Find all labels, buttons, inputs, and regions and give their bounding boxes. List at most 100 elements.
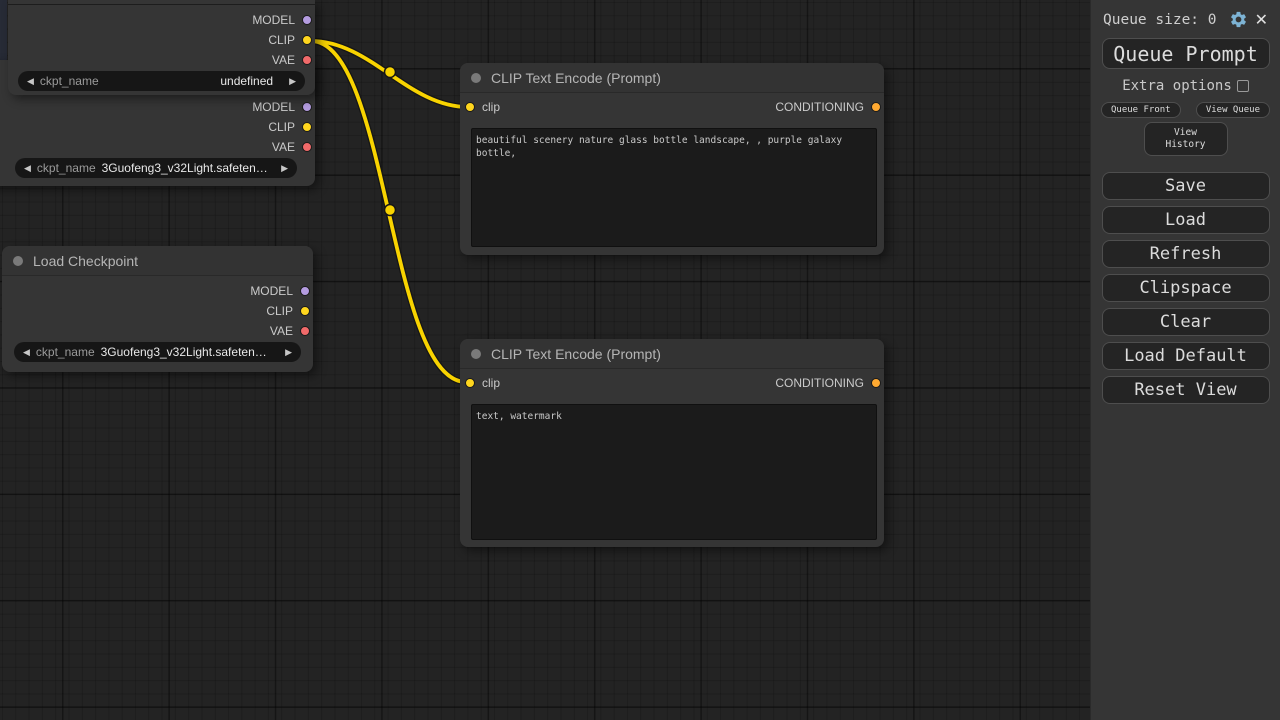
ckpt-name-combo-widget[interactable]: ◀ ckpt_name 3Guofeng3_v32Light.safeten… … bbox=[14, 342, 301, 362]
background-node-sliver bbox=[0, 0, 7, 62]
slot-label: MODEL bbox=[252, 100, 295, 114]
node-title-bar[interactable]: Load Checkpoint bbox=[2, 246, 313, 276]
slot-label: clip bbox=[482, 100, 500, 114]
model-slot-dot-icon[interactable] bbox=[302, 15, 312, 25]
ckpt-name-combo-widget[interactable]: ◀ ckpt_name 3Guofeng3_v32Light.safeten… … bbox=[15, 158, 297, 178]
collapse-dot-icon[interactable] bbox=[471, 349, 481, 359]
clipspace-button[interactable]: Clipspace bbox=[1102, 274, 1270, 302]
slot-label: CLIP bbox=[268, 120, 295, 134]
model-slot-dot-icon[interactable] bbox=[300, 286, 310, 296]
widget-value: undefined bbox=[105, 74, 273, 88]
extra-options-checkbox[interactable] bbox=[1237, 80, 1249, 92]
node-title: Load Checkpoint bbox=[33, 253, 138, 269]
ckpt-name-combo-widget[interactable]: ◀ ckpt_name undefined ▶ bbox=[18, 71, 305, 91]
menu-header: Queue size: 0 ✕ bbox=[1091, 0, 1280, 29]
clip-input-slot[interactable]: clip bbox=[465, 97, 500, 117]
view-queue-button[interactable]: View Queue bbox=[1196, 102, 1270, 118]
widget-value: 3Guofeng3_v32Light.safeten… bbox=[101, 345, 285, 359]
node-title: CLIP Text Encode (Prompt) bbox=[491, 70, 661, 86]
conditioning-slot-dot-icon[interactable] bbox=[871, 378, 881, 388]
stepper-right-icon[interactable]: ▶ bbox=[281, 163, 288, 174]
reset-view-button[interactable]: Reset View bbox=[1102, 376, 1270, 404]
link-clip-to-positive bbox=[311, 41, 468, 107]
model-output-slot[interactable]: MODEL bbox=[252, 97, 308, 117]
model-output-slot[interactable]: MODEL bbox=[252, 10, 308, 30]
node-title-bar[interactable]: CLIP Text Encode (Prompt) bbox=[460, 339, 884, 369]
slot-label: CONDITIONING bbox=[775, 100, 864, 114]
comfy-menu-panel: Queue size: 0 ✕ Queue Prompt Extra optio… bbox=[1090, 0, 1280, 720]
slot-label: VAE bbox=[272, 53, 295, 67]
node-title: CLIP Text Encode (Prompt) bbox=[491, 346, 661, 362]
clear-button[interactable]: Clear bbox=[1102, 308, 1270, 336]
load-default-button[interactable]: Load Default bbox=[1102, 342, 1270, 370]
widget-value: 3Guofeng3_v32Light.safeten… bbox=[102, 161, 281, 175]
stepper-right-icon[interactable]: ▶ bbox=[289, 76, 296, 87]
model-slot-dot-icon[interactable] bbox=[302, 102, 312, 112]
collapse-dot-icon[interactable] bbox=[471, 73, 481, 83]
widget-name: ckpt_name bbox=[36, 345, 95, 359]
vae-slot-dot-icon[interactable] bbox=[302, 142, 312, 152]
load-checkpoint-node[interactable]: Load Checkpoint MODEL CLIP VAE ◀ ckpt_na… bbox=[2, 246, 313, 372]
clip-output-slot[interactable]: CLIP bbox=[266, 301, 306, 321]
view-history-label-line2: History bbox=[1145, 139, 1227, 151]
link-clip-to-positive-outline bbox=[311, 41, 468, 107]
link-midpoint-dot bbox=[385, 67, 396, 78]
positive-prompt-textarea[interactable]: beautiful scenery nature glass bottle la… bbox=[471, 128, 877, 247]
slot-label: clip bbox=[482, 376, 500, 390]
stepper-left-icon[interactable]: ◀ bbox=[23, 347, 30, 358]
clip-slot-dot-icon[interactable] bbox=[302, 122, 312, 132]
clip-input-slot[interactable]: clip bbox=[465, 373, 500, 393]
model-output-slot[interactable]: MODEL bbox=[250, 281, 306, 301]
offscreen-node-edge bbox=[8, 4, 315, 5]
link-clip-to-negative-outline bbox=[311, 41, 466, 382]
queue-size-label: Queue size: 0 bbox=[1103, 12, 1224, 28]
clip-output-slot[interactable]: CLIP bbox=[268, 117, 308, 137]
collapse-dot-icon[interactable] bbox=[13, 256, 23, 266]
load-button[interactable]: Load bbox=[1102, 206, 1270, 234]
queue-front-button[interactable]: Queue Front bbox=[1101, 102, 1181, 118]
slot-label: MODEL bbox=[250, 284, 293, 298]
extra-options-label: Extra options bbox=[1122, 78, 1232, 94]
conditioning-output-slot[interactable]: CONDITIONING bbox=[775, 97, 877, 117]
queue-controls-row: Queue Front View Queue bbox=[1091, 102, 1280, 118]
clip-slot-dot-icon[interactable] bbox=[302, 35, 312, 45]
slot-label: CLIP bbox=[266, 304, 293, 318]
node-graph-canvas[interactable]: MODEL CLIP VAE ◀ ckpt_name 3Guofeng3_v32… bbox=[0, 0, 1090, 720]
conditioning-slot-dot-icon[interactable] bbox=[871, 102, 881, 112]
checkpoint-node-top[interactable]: MODEL CLIP VAE ◀ ckpt_name undefined ▶ bbox=[8, 0, 315, 95]
vae-output-slot[interactable]: VAE bbox=[272, 137, 308, 157]
clip-text-encode-positive-node[interactable]: CLIP Text Encode (Prompt) clip CONDITION… bbox=[460, 63, 884, 255]
extra-options-row: Extra options bbox=[1091, 78, 1280, 94]
vae-slot-dot-icon[interactable] bbox=[302, 55, 312, 65]
vae-slot-dot-icon[interactable] bbox=[300, 326, 310, 336]
conditioning-output-slot[interactable]: CONDITIONING bbox=[775, 373, 877, 393]
clip-slot-dot-icon[interactable] bbox=[300, 306, 310, 316]
refresh-button[interactable]: Refresh bbox=[1102, 240, 1270, 268]
slot-label: VAE bbox=[272, 140, 295, 154]
clip-text-encode-negative-node[interactable]: CLIP Text Encode (Prompt) clip CONDITION… bbox=[460, 339, 884, 547]
slot-label: VAE bbox=[270, 324, 293, 338]
stepper-right-icon[interactable]: ▶ bbox=[285, 347, 292, 358]
clip-slot-dot-icon[interactable] bbox=[465, 102, 475, 112]
view-history-label-line1: View bbox=[1145, 127, 1227, 139]
clip-output-slot[interactable]: CLIP bbox=[268, 30, 308, 50]
widget-name: ckpt_name bbox=[40, 74, 99, 88]
vae-output-slot[interactable]: VAE bbox=[270, 321, 306, 341]
stepper-left-icon[interactable]: ◀ bbox=[24, 163, 31, 174]
slot-label: CLIP bbox=[268, 33, 295, 47]
queue-prompt-button[interactable]: Queue Prompt bbox=[1102, 38, 1270, 69]
close-icon[interactable]: ✕ bbox=[1253, 10, 1270, 29]
view-history-button[interactable]: View History bbox=[1144, 122, 1228, 156]
widget-name: ckpt_name bbox=[37, 161, 96, 175]
slot-label: MODEL bbox=[252, 13, 295, 27]
negative-prompt-textarea[interactable]: text, watermark bbox=[471, 404, 877, 540]
slot-label: CONDITIONING bbox=[775, 376, 864, 390]
clip-slot-dot-icon[interactable] bbox=[465, 378, 475, 388]
stepper-left-icon[interactable]: ◀ bbox=[27, 76, 34, 87]
vae-output-slot[interactable]: VAE bbox=[272, 50, 308, 70]
save-button[interactable]: Save bbox=[1102, 172, 1270, 200]
node-title-bar[interactable]: CLIP Text Encode (Prompt) bbox=[460, 63, 884, 93]
settings-gear-icon[interactable] bbox=[1229, 10, 1248, 29]
link-midpoint-dot bbox=[385, 205, 396, 216]
link-clip-to-negative bbox=[311, 41, 466, 382]
